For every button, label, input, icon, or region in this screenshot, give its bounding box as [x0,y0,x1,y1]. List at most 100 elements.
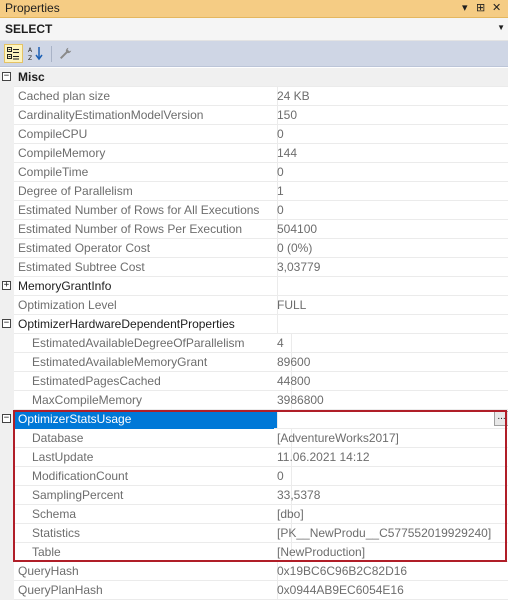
property-name: Statistics [14,524,292,543]
property-value[interactable]: 150 [274,106,508,125]
property-value[interactable]: 24 KB [274,87,508,106]
property-row[interactable]: Statistics [PK__NewProdu__C57755201992924… [0,524,508,543]
property-name: MemoryGrantInfo [14,277,278,296]
property-value[interactable]: 3986800 [274,391,508,410]
property-optimizer-hardware[interactable]: − OptimizerHardwareDependentProperties [0,315,508,334]
property-value[interactable]: 504100 [274,220,508,239]
property-name: Database [14,429,292,448]
property-memory-grant-info[interactable]: + MemoryGrantInfo [0,277,508,296]
property-value[interactable]: FULL [274,296,508,315]
property-row[interactable]: EstimatedPagesCached 44800 [0,372,508,391]
collapse-icon[interactable]: − [2,319,11,328]
property-name: CardinalityEstimationModelVersion [14,106,278,125]
property-name: EstimatedPagesCached [14,372,292,391]
property-name: Degree of Parallelism [14,182,278,201]
property-name: CompileMemory [14,144,278,163]
property-name: Estimated Subtree Cost [14,258,278,277]
property-value[interactable]: 0 [274,467,508,486]
property-name: Estimated Number of Rows Per Execution [14,220,278,239]
collapse-icon[interactable]: − [2,414,11,423]
property-value[interactable]: [NewProduction] [274,543,508,562]
property-value[interactable]: 0x0944AB9EC6054E16 [274,581,508,600]
property-name: EstimatedAvailableDegreeOfParallelism [14,334,292,353]
property-value[interactable]: 0x19BC6C96B2C82D16 [274,562,508,581]
property-name: OptimizerStatsUsage [14,410,278,429]
property-row[interactable]: MaxCompileMemory 3986800 [0,391,508,410]
property-name: Schema [14,505,292,524]
property-value[interactable]: [dbo] [274,505,508,524]
property-row[interactable]: Database [AdventureWorks2017] [0,429,508,448]
property-name: QueryHash [14,562,278,581]
property-row[interactable]: CompileMemory 144 [0,144,508,163]
pin-dropdown-icon[interactable]: ▾ [462,1,468,14]
property-row[interactable]: ModificationCount 0 [0,467,508,486]
property-optimizer-stats-usage[interactable]: − OptimizerStatsUsage ... [0,410,508,429]
category-misc[interactable]: − Misc [0,68,508,87]
sort-alphabetical-icon: A Z [28,47,43,61]
property-value[interactable]: 0 [274,201,508,220]
property-value[interactable]: 0 [274,125,508,144]
property-row[interactable]: Estimated Operator Cost 0 (0%) [0,239,508,258]
categorized-icon [7,47,19,60]
property-value[interactable]: 4 [274,334,508,353]
property-row[interactable]: QueryPlanHash 0x0944AB9EC6054E16 [0,581,508,600]
alphabetical-button[interactable]: A Z [26,44,45,63]
property-row[interactable]: LastUpdate 11.06.2021 14:12 [0,448,508,467]
property-value[interactable]: [AdventureWorks2017] [274,429,508,448]
property-row[interactable]: Degree of Parallelism 1 [0,182,508,201]
property-row[interactable]: Estimated Subtree Cost 3,03779 [0,258,508,277]
property-row[interactable]: Table [NewProduction] [0,543,508,562]
property-value[interactable] [274,277,508,296]
property-value[interactable]: 1 [274,182,508,201]
property-value[interactable]: 44800 [274,372,508,391]
property-row[interactable]: Schema [dbo] [0,505,508,524]
property-name: EstimatedAvailableMemoryGrant [14,353,292,372]
property-name: SamplingPercent [14,486,292,505]
property-value[interactable]: 144 [274,144,508,163]
chevron-down-icon[interactable]: ▼ [497,23,505,32]
property-name: Estimated Operator Cost [14,239,278,258]
property-value[interactable]: 0 [274,163,508,182]
property-name: QueryPlanHash [14,581,278,600]
property-name: OptimizerHardwareDependentProperties [14,315,278,334]
property-row[interactable]: SamplingPercent 33,5378 [0,486,508,505]
property-value[interactable]: 3,03779 [274,258,508,277]
toolbar-separator [51,46,52,62]
property-row[interactable]: Optimization Level FULL [0,296,508,315]
property-grid: − Misc Cached plan size 24 KB Cardinality… [0,68,508,600]
property-value[interactable]: 33,5378 [274,486,508,505]
property-pages-button[interactable] [56,44,75,63]
property-row[interactable]: Estimated Number of Rows for All Executi… [0,201,508,220]
collapse-icon[interactable]: − [2,72,11,81]
property-name: CompileCPU [14,125,278,144]
property-row[interactable]: CompileCPU 0 [0,125,508,144]
property-row[interactable]: EstimatedAvailableDegreeOfParallelism 4 [0,334,508,353]
categorized-button[interactable] [4,44,23,63]
dock-icon[interactable]: ⊞ [476,1,485,14]
property-value[interactable]: 11.06.2021 14:12 [274,448,508,467]
property-name: Cached plan size [14,87,278,106]
property-name: Estimated Number of Rows for All Executi… [14,201,278,220]
property-name: MaxCompileMemory [14,391,292,410]
property-row[interactable]: Estimated Number of Rows Per Execution 50… [0,220,508,239]
property-name: Optimization Level [14,296,278,315]
property-row[interactable]: EstimatedAvailableMemoryGrant 89600 [0,353,508,372]
property-name: CompileTime [14,163,278,182]
wrench-icon [60,47,72,59]
ellipsis-button[interactable]: ... [494,411,508,426]
expand-icon[interactable]: + [2,281,11,290]
properties-title-bar: Properties ▾ ⊞ ✕ [0,0,508,18]
svg-text:A: A [28,47,33,54]
property-value[interactable]: 0 (0%) [274,239,508,258]
close-icon[interactable]: ✕ [492,1,501,14]
property-value[interactable]: [PK__NewProdu__C577552019929240] [274,524,508,543]
property-row[interactable]: CardinalityEstimationModelVersion 150 [0,106,508,125]
property-value[interactable]: 89600 [274,353,508,372]
property-row[interactable]: Cached plan size 24 KB [0,87,508,106]
properties-toolbar: A Z [0,41,508,67]
property-row[interactable]: CompileTime 0 [0,163,508,182]
selected-object-name: SELECT [5,22,53,36]
property-name: Table [14,543,292,562]
property-row[interactable]: QueryHash 0x19BC6C96B2C82D16 [0,562,508,581]
object-selector[interactable]: SELECT ▼ [0,18,508,41]
